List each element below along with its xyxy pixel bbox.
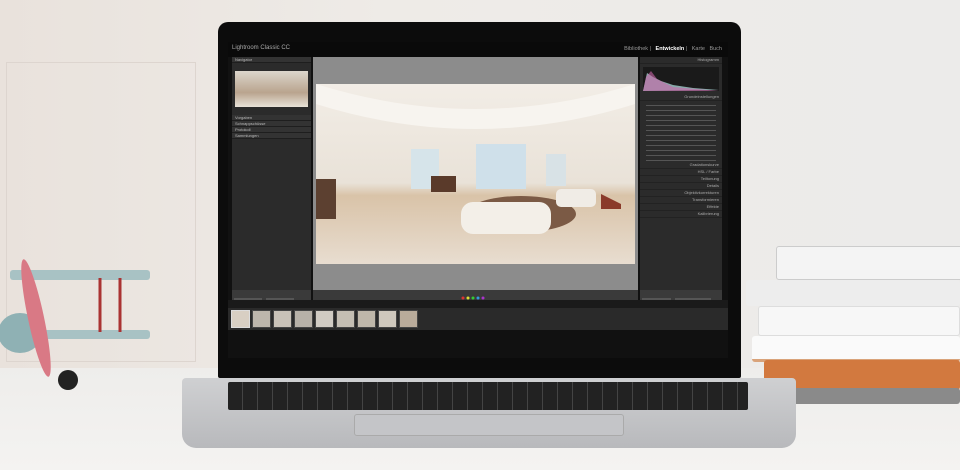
left-buttons: KopierenEinfügen: [232, 290, 311, 305]
panel-tone-curve[interactable]: Gradationskurve: [640, 162, 722, 169]
panel-calibration[interactable]: Kalibrierung: [640, 211, 722, 218]
histogram: [643, 67, 719, 91]
panel-details[interactable]: Details: [640, 183, 722, 190]
keyboard: [228, 382, 748, 410]
slider[interactable]: [646, 117, 716, 121]
slider[interactable]: [646, 147, 716, 151]
panorama-photo: [316, 84, 635, 264]
panel-effects[interactable]: Effekte: [640, 204, 722, 211]
book: [758, 306, 960, 336]
laptop-base: [182, 378, 796, 448]
slider[interactable]: [646, 142, 716, 146]
toolbar: [313, 290, 638, 300]
panel-histogram[interactable]: Histogramm: [640, 57, 722, 64]
navigator-preview[interactable]: [235, 71, 308, 107]
panel-split-toning[interactable]: Teiltonung: [640, 176, 722, 183]
panel-transform[interactable]: Transformieren: [640, 197, 722, 204]
slider[interactable]: [646, 137, 716, 141]
room-image: [316, 84, 635, 234]
module-karte[interactable]: Karte: [692, 46, 705, 52]
notebook: [752, 336, 960, 362]
app-logo: Lightroom Classic CC: [232, 45, 291, 51]
film-thumb[interactable]: [294, 310, 313, 328]
film-thumb[interactable]: [252, 310, 271, 328]
slider[interactable]: [646, 152, 716, 156]
film-thumb[interactable]: [336, 310, 355, 328]
panel-basic[interactable]: Grundeinstellungen: [640, 94, 722, 101]
film-thumb[interactable]: [378, 310, 397, 328]
trackpad: [354, 414, 624, 436]
right-buttons: VorherigeZurücksetzen: [640, 290, 722, 305]
slider[interactable]: [646, 122, 716, 126]
slider[interactable]: [646, 102, 716, 106]
panel-navigator[interactable]: Navigator: [232, 57, 311, 63]
notebook: [776, 246, 960, 280]
module-buch[interactable]: Buch: [709, 46, 722, 52]
film-thumb[interactable]: [315, 310, 334, 328]
panel-lens[interactable]: Objektivkorrekturen: [640, 190, 722, 197]
slider[interactable]: [646, 127, 716, 131]
toy-airplane: [0, 259, 150, 390]
film-thumb[interactable]: [273, 310, 292, 328]
image-view[interactable]: [313, 57, 638, 290]
right-panel: Histogramm Grundeinstellungen Gradations…: [640, 57, 722, 300]
slider[interactable]: [646, 112, 716, 116]
filmstrip[interactable]: [228, 308, 728, 330]
film-thumb[interactable]: [357, 310, 376, 328]
module-entwickeln[interactable]: Entwickeln: [656, 46, 685, 52]
panel-collections[interactable]: Sammlungen: [232, 133, 311, 139]
lightroom-window: Lightroom Classic CC Bibliothek | Entwic…: [228, 42, 728, 358]
left-panel: Navigator Vorgaben Schnappschüsse Protok…: [232, 57, 311, 300]
panel-hsl[interactable]: HSL / Farbe: [640, 169, 722, 176]
slider[interactable]: [646, 157, 716, 161]
top-bar: Lightroom Classic CC Bibliothek | Entwic…: [228, 42, 728, 57]
film-thumb[interactable]: [399, 310, 418, 328]
film-thumb[interactable]: [231, 310, 250, 328]
module-bibliothek[interactable]: Bibliothek: [624, 46, 648, 52]
filmstrip-bar: [228, 300, 728, 308]
slider[interactable]: [646, 107, 716, 111]
book: [746, 280, 960, 306]
module-picker: Bibliothek | Entwickeln | Karte Buch: [624, 46, 722, 52]
slider[interactable]: [646, 132, 716, 136]
